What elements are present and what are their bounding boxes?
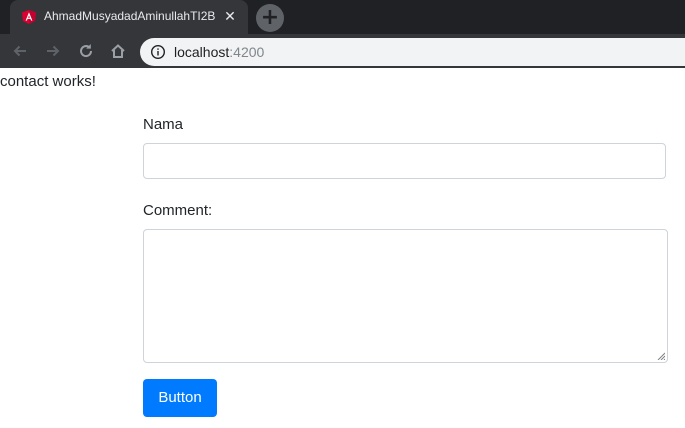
submit-button[interactable]: Button (143, 379, 217, 417)
tab-title: AhmadMusyadadAminullahTI2B (44, 9, 216, 23)
url-host: localhost (174, 44, 230, 60)
nama-label: Nama (143, 116, 184, 133)
resize-grip-icon[interactable] (657, 352, 665, 360)
reload-icon[interactable] (77, 42, 95, 60)
browser-tab[interactable]: AhmadMusyadadAminullahTI2B ✕ (10, 0, 248, 34)
info-icon[interactable] (150, 44, 166, 60)
contact-works-text: contact works! (0, 73, 96, 90)
comment-textarea[interactable] (143, 229, 668, 363)
tab-strip: AhmadMusyadadAminullahTI2B ✕ + (0, 0, 685, 34)
nama-input[interactable] (143, 143, 666, 179)
forward-icon[interactable] (44, 42, 62, 60)
angular-icon (22, 10, 36, 24)
back-icon[interactable] (11, 42, 29, 60)
comment-label: Comment: (143, 202, 213, 219)
url-text[interactable]: localhost:4200 (174, 44, 264, 60)
new-tab-button[interactable]: + (256, 4, 284, 32)
tab-close-icon[interactable]: ✕ (221, 7, 239, 25)
url-port: :4200 (229, 44, 265, 60)
home-icon[interactable] (109, 42, 127, 60)
